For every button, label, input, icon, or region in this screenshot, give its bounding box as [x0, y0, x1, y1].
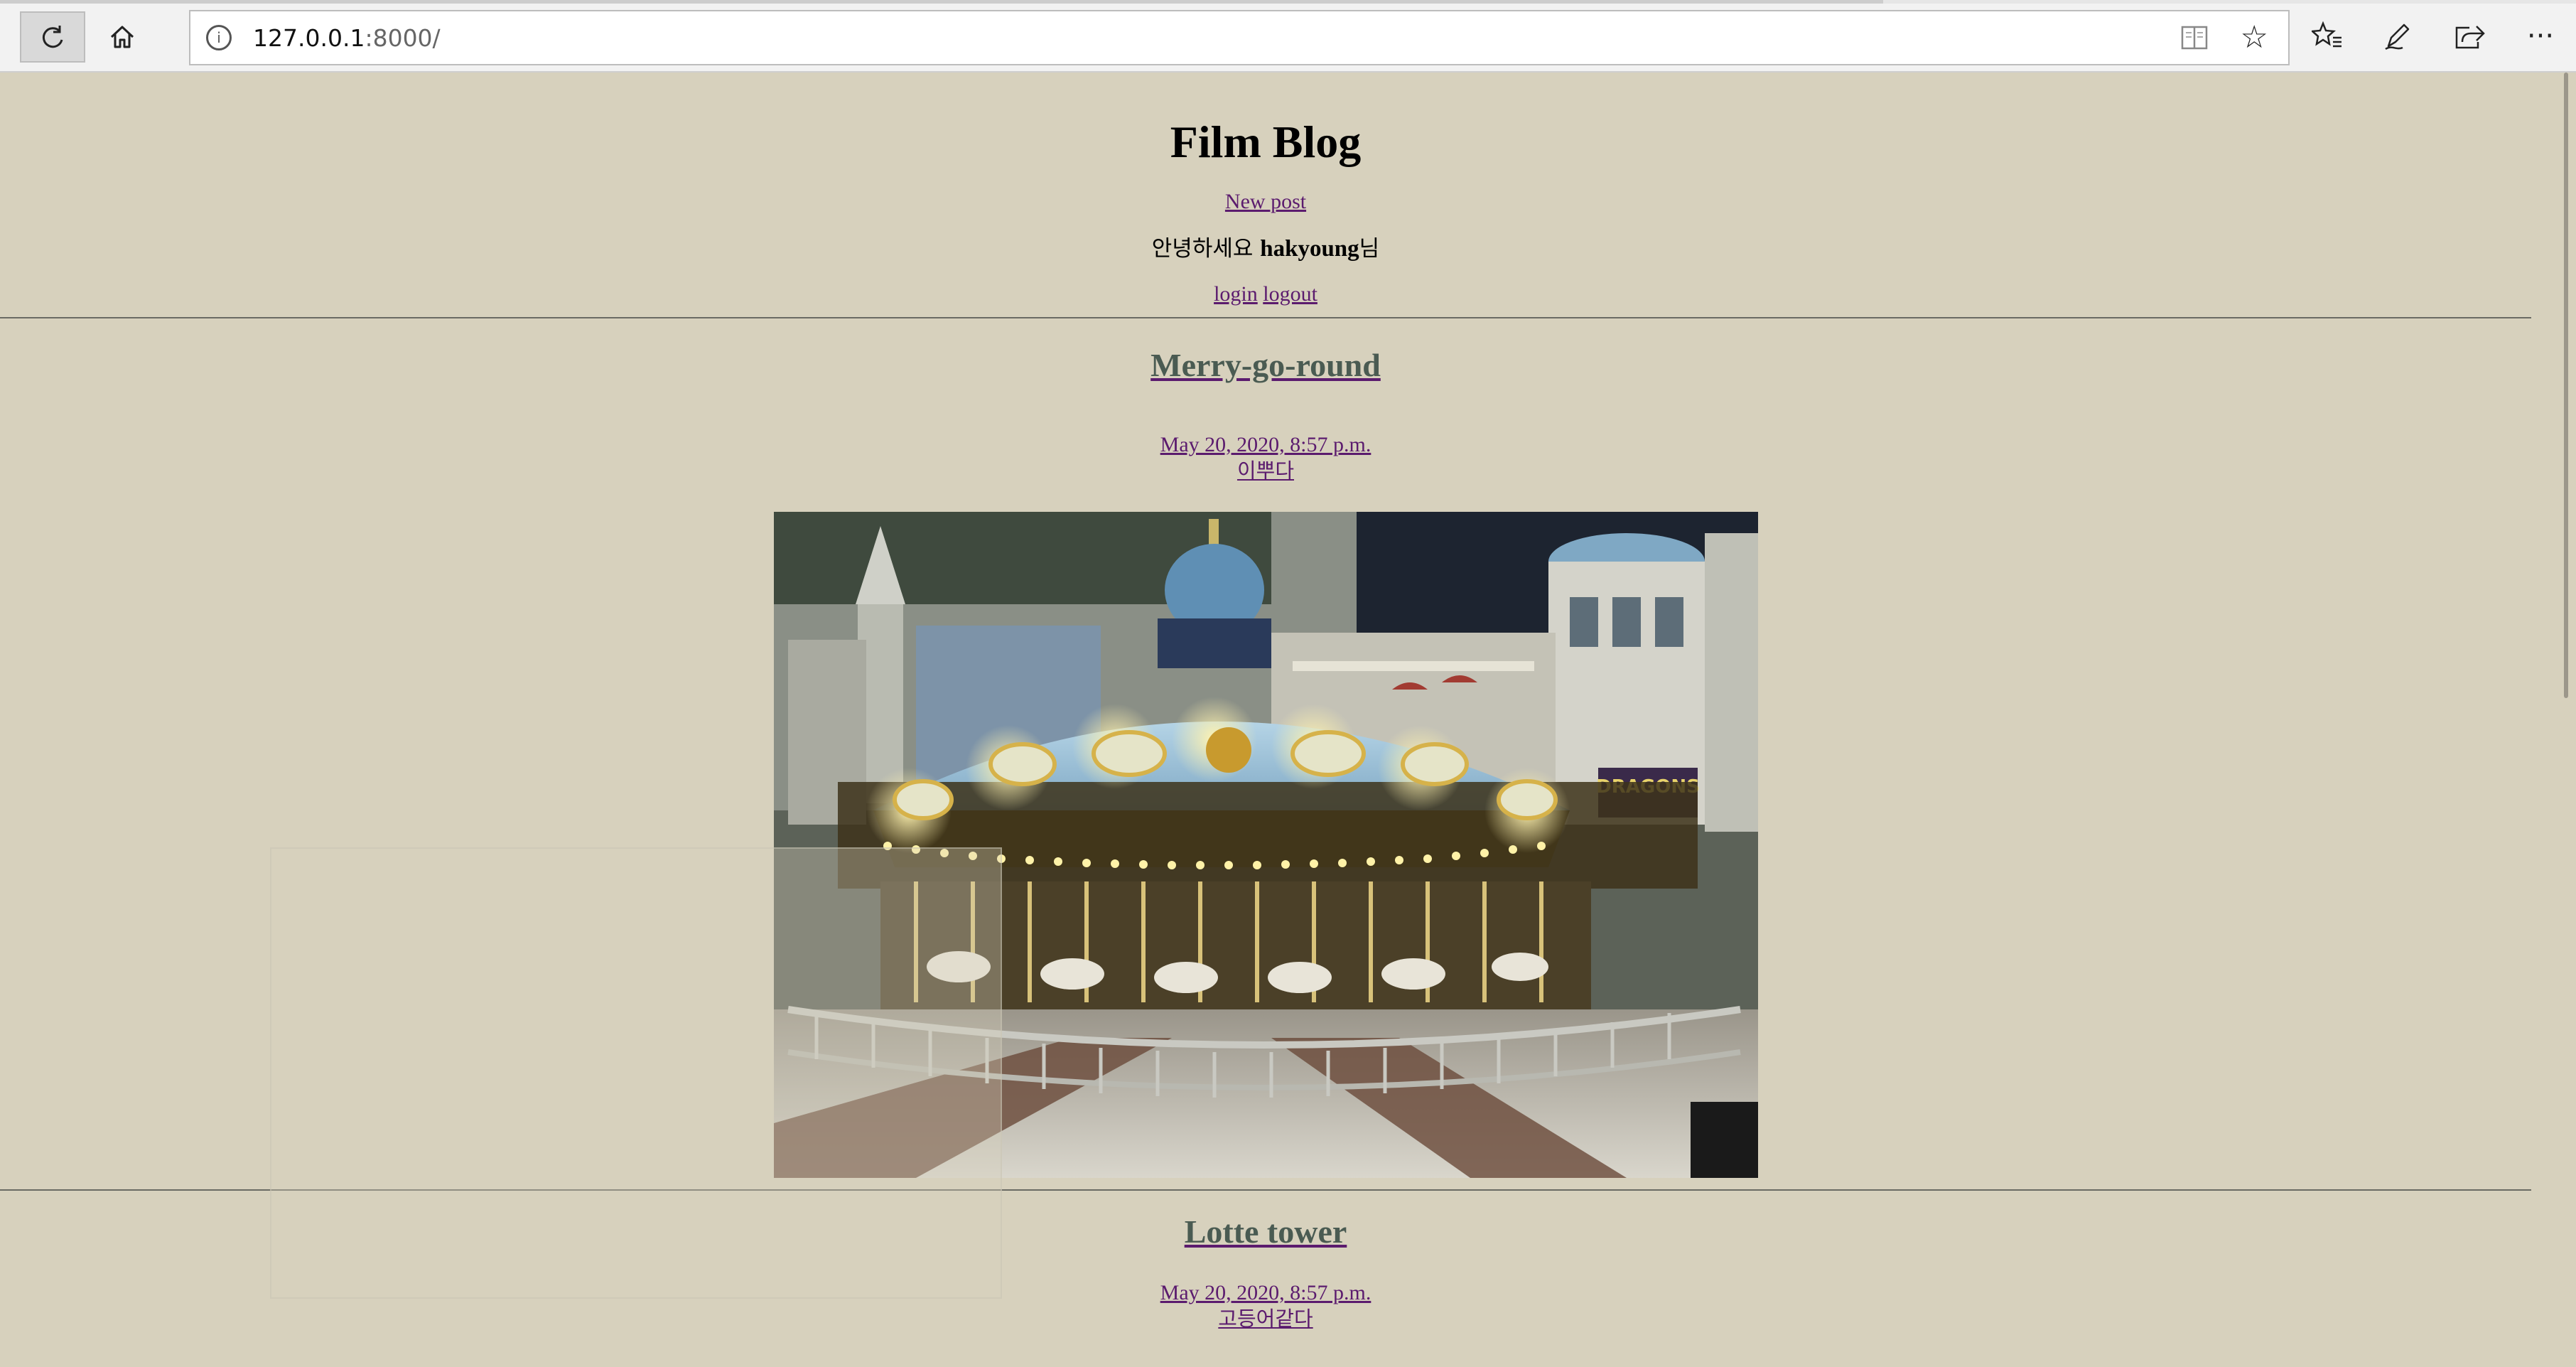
- tab-strip: [0, 0, 2576, 4]
- blog-title: Film Blog: [1170, 117, 1362, 167]
- divider: [0, 317, 2531, 318]
- scrollbar[interactable]: [2558, 73, 2576, 1367]
- pen-icon[interactable]: [2363, 14, 2434, 58]
- home-icon: [110, 26, 134, 48]
- browser-toolbar: i 127.0.0.1:8000/ ☆ ···: [0, 0, 2576, 73]
- home-button[interactable]: [90, 11, 155, 63]
- post-item: Lotte tower May 20, 2020, 8:57 p.m. 고등어같…: [0, 1211, 2531, 1331]
- username: hakyoung: [1260, 236, 1359, 262]
- divider: [0, 1189, 2531, 1191]
- refresh-button[interactable]: [20, 11, 85, 63]
- refresh-icon: [42, 26, 63, 48]
- page-content: Film Blog New post 안녕하세요 hakyoung님 login…: [0, 73, 2531, 1367]
- login-link[interactable]: login: [1214, 282, 1258, 306]
- url-port-path: :8000/: [365, 23, 441, 52]
- post-title-link[interactable]: Merry-go-round: [1150, 347, 1381, 383]
- post-item: Merry-go-round May 20, 2020, 8:57 p.m. 이…: [0, 344, 2531, 1178]
- post-date-row: May 20, 2020, 8:57 p.m.: [0, 432, 2531, 458]
- toolbar-right: ···: [2292, 14, 2576, 58]
- post-body-row: 고등어같다: [0, 1306, 2531, 1331]
- favorites-list-icon[interactable]: [2292, 14, 2363, 58]
- post-title-row: Lotte tower: [0, 1211, 2531, 1253]
- address-bar[interactable]: i 127.0.0.1:8000/ ☆: [189, 10, 2290, 65]
- post-date-link[interactable]: May 20, 2020, 8:57 p.m.: [1160, 1281, 1371, 1304]
- info-icon[interactable]: i: [206, 25, 232, 50]
- auth-links: login logout: [0, 280, 2531, 309]
- url-text[interactable]: 127.0.0.1:8000/: [253, 24, 441, 52]
- greeting: 안녕하세요 hakyoung님: [0, 233, 2531, 264]
- url-host: 127.0.0.1: [253, 23, 365, 52]
- post-title-row: Merry-go-round: [0, 344, 2531, 387]
- greeting-prefix: 안녕하세요: [1151, 236, 1261, 262]
- star-icon[interactable]: ☆: [2241, 20, 2268, 55]
- post-date-row: May 20, 2020, 8:57 p.m.: [0, 1280, 2531, 1306]
- share-icon[interactable]: [2434, 14, 2505, 58]
- post-date-link[interactable]: May 20, 2020, 8:57 p.m.: [1160, 433, 1371, 456]
- new-post-row: New post: [0, 188, 2531, 216]
- post-title-link[interactable]: Lotte tower: [1185, 1213, 1347, 1250]
- post-body-link[interactable]: 이뿌다: [1237, 459, 1294, 483]
- active-tab-indicator: [0, 0, 1883, 4]
- scrollbar-thumb[interactable]: [2564, 73, 2568, 698]
- new-post-link[interactable]: New post: [1225, 190, 1306, 213]
- more-icon[interactable]: ···: [2505, 14, 2576, 58]
- logout-link[interactable]: logout: [1263, 282, 1317, 306]
- reading-view-icon[interactable]: [2180, 24, 2209, 51]
- post-body-link[interactable]: 고등어같다: [1218, 1307, 1313, 1331]
- greeting-suffix: 님: [1359, 236, 1380, 262]
- post-body-row: 이뿌다: [0, 458, 2531, 483]
- carousel-photo: DRAGONS: [773, 512, 1758, 1178]
